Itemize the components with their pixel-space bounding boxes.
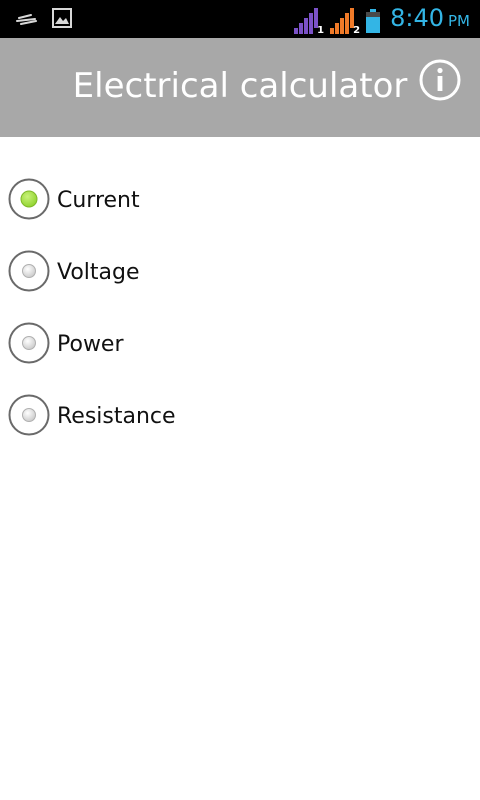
radio-button[interactable] [8, 250, 50, 292]
page-title: Electrical calculator [72, 66, 408, 106]
radio-button[interactable] [8, 178, 50, 220]
radio-label: Current [57, 188, 140, 213]
calculation-type-radio-group: Current Voltage Power Resistance [0, 178, 480, 466]
zte-notification-icon [16, 8, 38, 32]
radio-label: Power [57, 332, 124, 357]
radio-label: Voltage [57, 260, 140, 285]
sim1-label: 1 [317, 25, 325, 36]
radio-unchecked-icon [8, 394, 50, 436]
info-button[interactable] [418, 58, 462, 102]
status-bar-left [16, 8, 86, 32]
info-icon [419, 59, 461, 101]
radio-unchecked-icon [8, 322, 50, 364]
clock-ampm: PM [448, 12, 470, 30]
radio-button[interactable] [8, 322, 50, 364]
battery-icon [366, 9, 381, 33]
signal-sim1-icon: 1 [294, 8, 325, 36]
radio-option-current[interactable]: Current [0, 178, 480, 250]
app-bar: Electrical calculator [0, 38, 480, 137]
image-icon [52, 8, 72, 32]
screen: 1 2 8:40 PM Electrical calculator Curren… [0, 0, 480, 800]
status-bar-right: 1 2 8:40 PM [294, 4, 470, 36]
radio-option-voltage[interactable]: Voltage [0, 250, 480, 322]
radio-unchecked-icon [8, 250, 50, 292]
signal-sim2-icon: 2 [330, 8, 361, 36]
radio-option-resistance[interactable]: Resistance [0, 394, 480, 466]
clock-time: 8:40 [390, 4, 444, 32]
radio-button[interactable] [8, 394, 50, 436]
status-bar: 1 2 8:40 PM [0, 0, 480, 38]
radio-checked-icon [8, 178, 50, 220]
sim2-label: 2 [353, 25, 361, 36]
radio-option-power[interactable]: Power [0, 322, 480, 394]
clock: 8:40 PM [390, 4, 470, 32]
radio-label: Resistance [57, 404, 176, 429]
